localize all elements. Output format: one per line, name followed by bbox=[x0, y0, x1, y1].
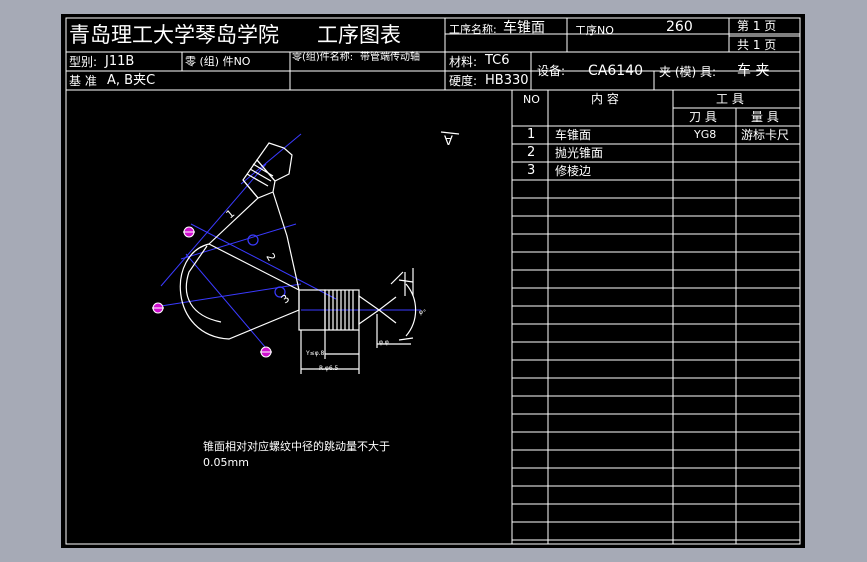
col-no-header: NO bbox=[523, 93, 540, 106]
col-content-header: 内 容 bbox=[591, 92, 619, 106]
part-drawing: 1 2 3 Y≤φ.8 R.φ6.5 φ.φ φ° ∀ bbox=[152, 131, 460, 374]
col-gauge-header: 量 具 bbox=[751, 110, 779, 124]
row-cutter: YG8 bbox=[694, 128, 717, 141]
row-no: 2 bbox=[527, 145, 536, 160]
technical-note-line1: 锥面相对对应螺纹中径的跳动量不大于 bbox=[203, 440, 390, 453]
equipment-value: CA6140 bbox=[588, 63, 643, 79]
locating-point bbox=[247, 234, 259, 246]
total-pages: 共 1 页 bbox=[737, 38, 777, 52]
row-content: 车锥面 bbox=[555, 128, 592, 142]
row-gauge: 游标卡尺 bbox=[741, 128, 790, 142]
process-no-value: 260 bbox=[666, 19, 693, 35]
dimension-label: φ.φ bbox=[379, 339, 389, 346]
dimension-label: R.φ6.5 bbox=[319, 365, 339, 372]
row-no: 3 bbox=[527, 163, 536, 178]
fixture-label: 夹 (模) 具: bbox=[659, 65, 717, 79]
angle-label: φ° bbox=[419, 309, 426, 316]
fixture-value: 车 夹 bbox=[737, 63, 770, 79]
row-content: 修棱边 bbox=[555, 164, 592, 178]
triangle-label-3: 3 bbox=[279, 292, 293, 306]
part-outline bbox=[179, 131, 460, 374]
center-lines bbox=[160, 133, 421, 355]
process-no-label: 工序NO bbox=[575, 24, 614, 37]
row-no: 1 bbox=[527, 127, 536, 142]
equipment-label: 设备: bbox=[537, 64, 566, 78]
surface-finish-symbol: ∀ bbox=[444, 134, 453, 149]
support-markers bbox=[152, 226, 272, 358]
drawing-sheet: 青岛理工大学琴岛学院 工序图表 工序名称: 车锥面 工序NO 260 第 1 页… bbox=[61, 14, 805, 548]
col-tools-header: 工 具 bbox=[716, 92, 744, 106]
col-cutter-header: 刀 具 bbox=[689, 110, 717, 124]
dimension-label: Y≤φ.8 bbox=[305, 350, 325, 357]
triangle-label-2: 2 bbox=[263, 251, 278, 264]
row-content: 抛光锥面 bbox=[555, 146, 604, 160]
technical-note-line2: 0.05mm bbox=[203, 456, 249, 469]
page-number: 第 1 页 bbox=[737, 19, 777, 33]
